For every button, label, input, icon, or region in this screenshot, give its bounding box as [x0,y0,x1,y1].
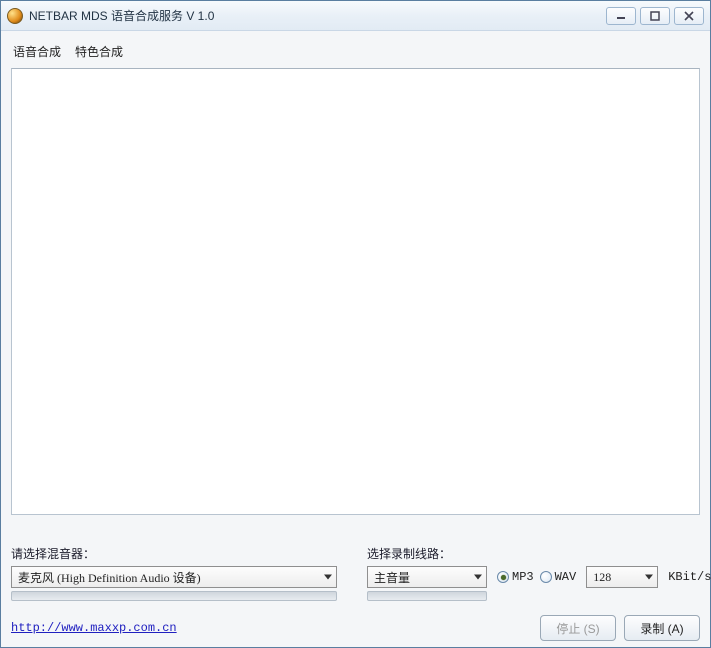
radio-wav[interactable]: WAV [540,570,577,584]
record-line-value: 主音量 [374,569,410,586]
maximize-button[interactable] [640,7,670,25]
titlebar: NETBAR MDS 语音合成服务 V 1.0 [1,1,710,31]
record-button[interactable]: 录制 (A) [624,615,700,641]
radio-dot-icon [497,571,509,583]
window-title: NETBAR MDS 语音合成服务 V 1.0 [29,7,214,24]
footer-row: http://www.maxxp.com.cn 停止 (S) 录制 (A) [11,601,700,641]
radio-dot-icon [540,571,552,583]
close-button[interactable] [674,7,704,25]
bitrate-value: 128 [593,570,611,585]
record-line-select[interactable]: 主音量 [367,566,487,588]
homepage-link[interactable]: http://www.maxxp.com.cn [11,621,177,635]
minimize-button[interactable] [606,7,636,25]
app-icon [7,8,23,24]
client-area: 语音合成 特色合成 请选择混音器： 麦克风 (High Definition A… [1,31,710,647]
app-window: NETBAR MDS 语音合成服务 V 1.0 语音合成 特色合成 请选择混音器… [0,0,711,648]
format-radio-group: MP3 WAV [497,570,576,584]
line-level-meter [367,591,487,601]
mixer-label: 请选择混音器： [11,545,337,566]
radio-wav-label: WAV [555,570,577,584]
mixer-select-value: 麦克风 (High Definition Audio 设备) [18,569,201,586]
mixer-level-meter [11,591,337,601]
controls-panel: 请选择混音器： 麦克风 (High Definition Audio 设备) 选… [11,515,700,641]
chevron-down-icon [324,575,332,580]
stop-button[interactable]: 停止 (S) [540,615,616,641]
radio-mp3[interactable]: MP3 [497,570,534,584]
radio-mp3-label: MP3 [512,570,534,584]
chevron-down-icon [645,575,653,580]
tab-voice-synthesis[interactable]: 语音合成 [13,43,61,60]
chevron-down-icon [474,575,482,580]
tab-bar: 语音合成 特色合成 [11,39,700,68]
bitrate-unit: KBit/s [668,570,711,584]
bitrate-select[interactable]: 128 [586,566,658,588]
record-line-label: 选择录制线路： [367,545,711,566]
text-content-area[interactable] [11,68,700,515]
tab-special-synthesis[interactable]: 特色合成 [75,43,123,60]
mixer-select[interactable]: 麦克风 (High Definition Audio 设备) [11,566,337,588]
